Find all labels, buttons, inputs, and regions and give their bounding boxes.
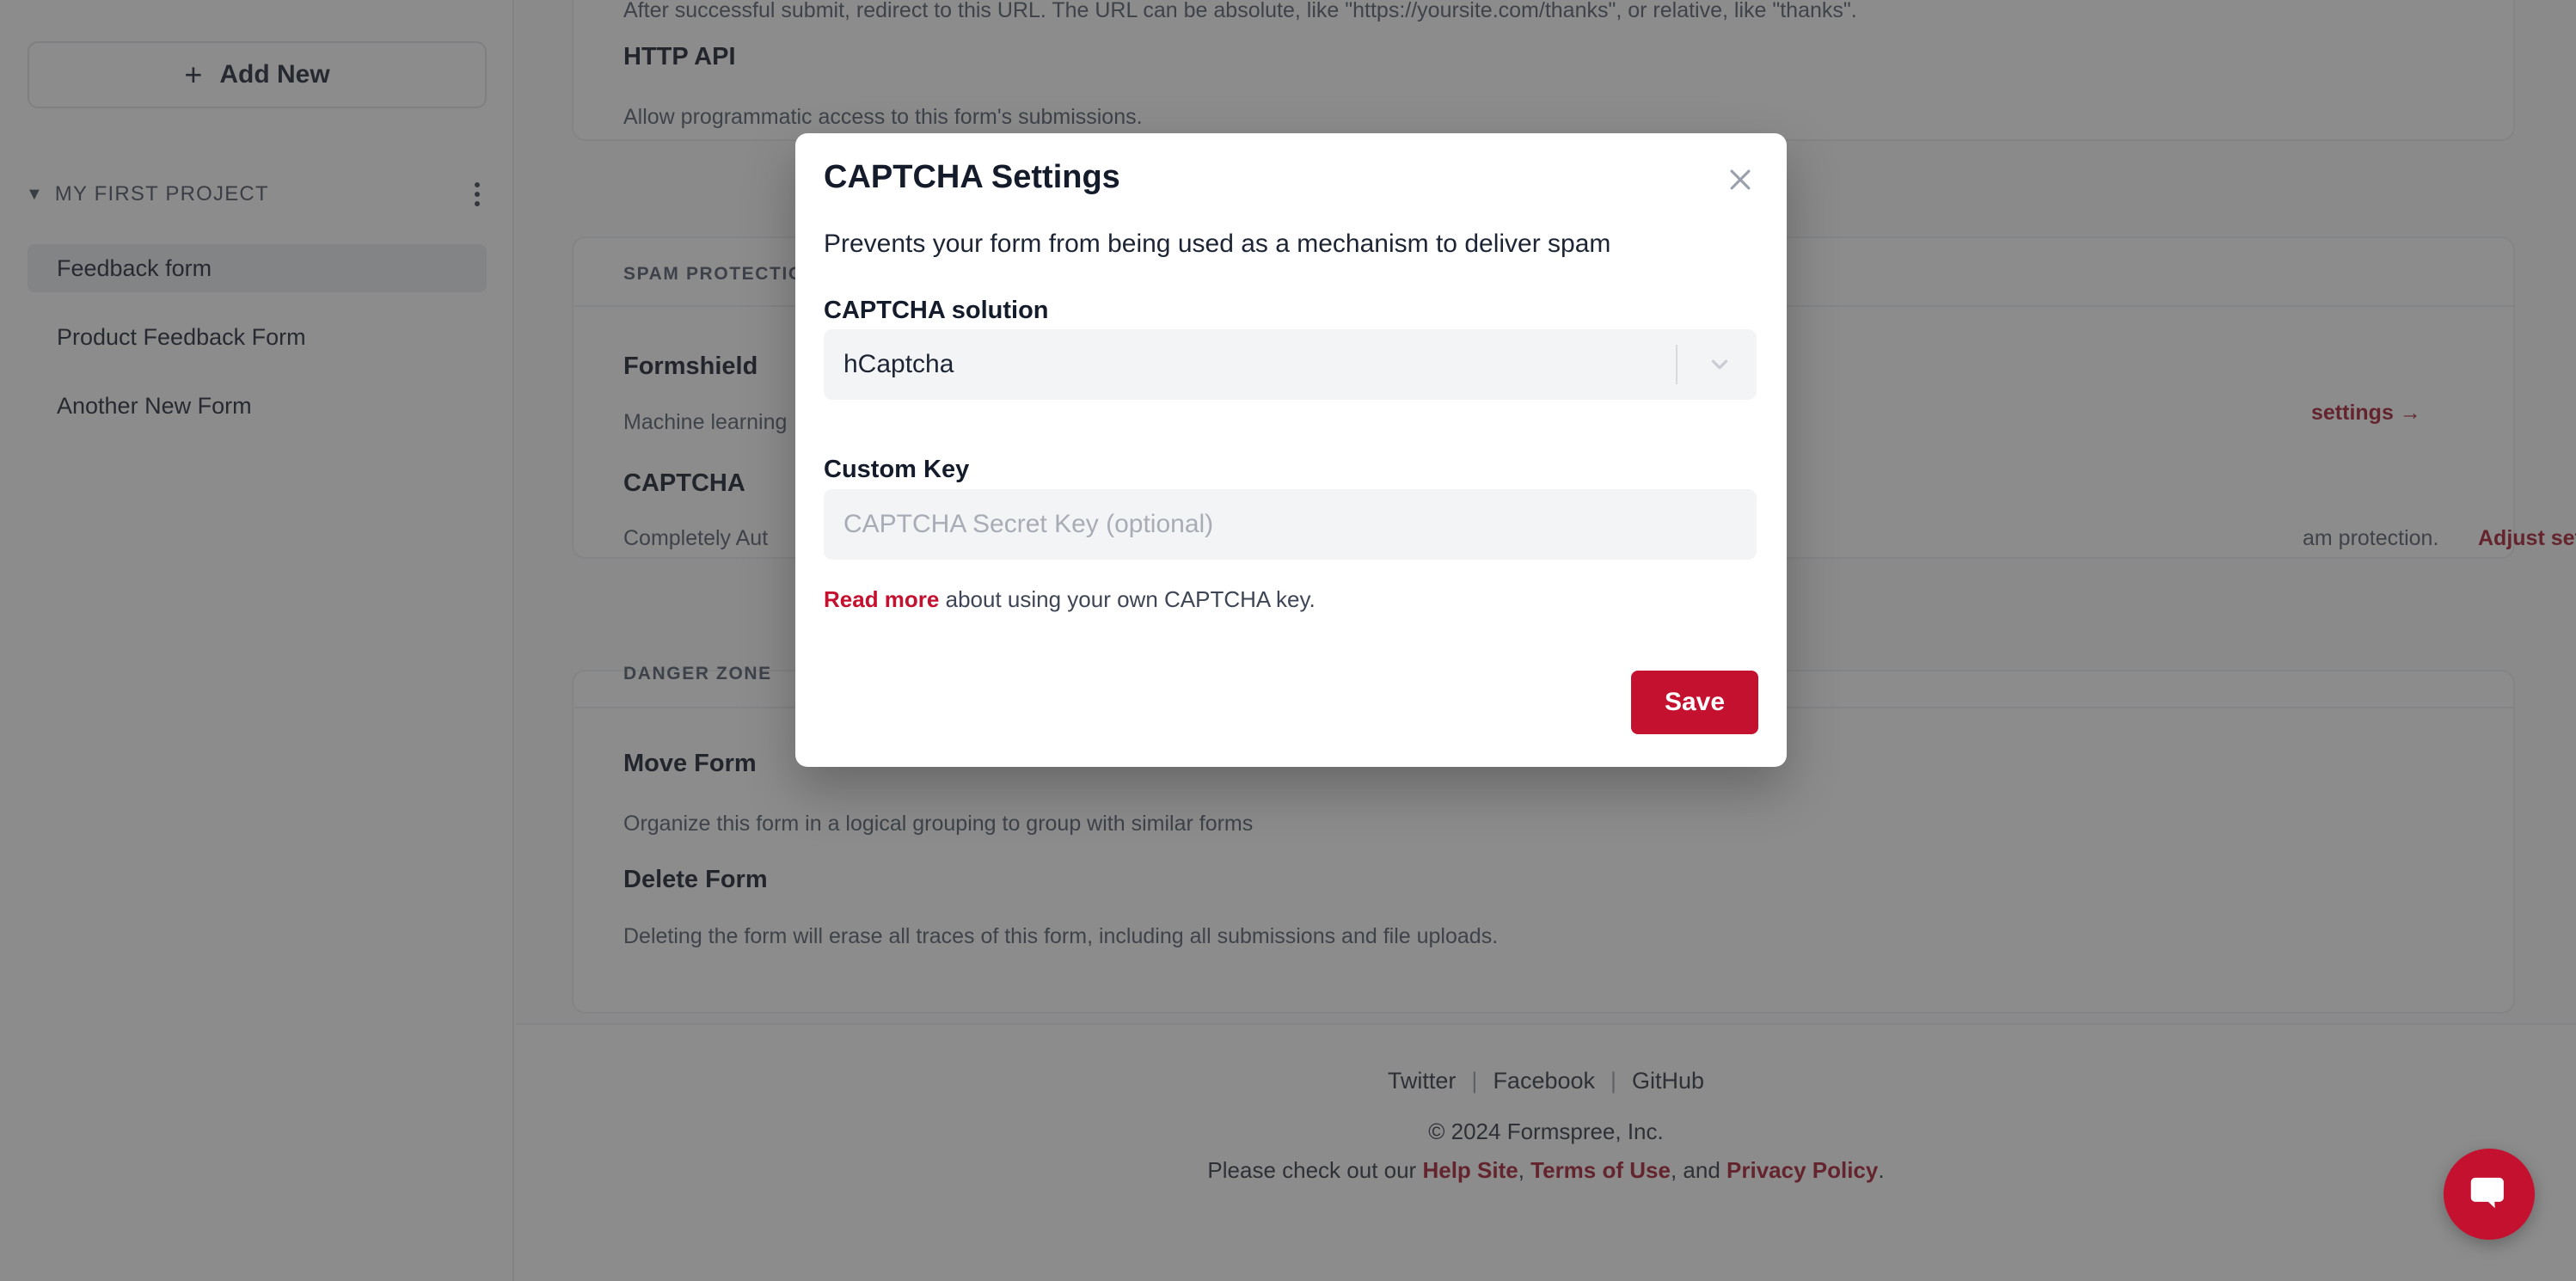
custom-key-label: Custom Key <box>824 456 970 483</box>
chat-bubble-button[interactable] <box>2444 1149 2535 1240</box>
read-more-link[interactable]: Read more <box>824 586 939 612</box>
select-divider <box>1676 345 1677 384</box>
captcha-solution-label: CAPTCHA solution <box>824 297 1049 324</box>
read-more-text: Read more about using your own CAPTCHA k… <box>824 586 1316 613</box>
save-button[interactable]: Save <box>1631 671 1758 734</box>
captcha-solution-select[interactable]: hCaptcha <box>824 329 1757 400</box>
chat-bubble-icon <box>2470 1177 2504 1209</box>
captcha-solution-value: hCaptcha <box>843 350 954 378</box>
modal-subtitle: Prevents your form from being used as a … <box>824 230 1611 258</box>
modal-title: CAPTCHA Settings <box>824 159 1120 195</box>
captcha-settings-modal: CAPTCHA Settings Prevents your form from… <box>795 133 1787 767</box>
chevron-down-icon <box>1707 352 1733 377</box>
read-more-rest: about using your own CAPTCHA key. <box>939 586 1316 612</box>
custom-key-input[interactable] <box>824 489 1757 560</box>
close-icon[interactable] <box>1718 157 1763 202</box>
app-root: + Add New ▼ MY FIRST PROJECT Feedback fo… <box>0 0 2576 1281</box>
